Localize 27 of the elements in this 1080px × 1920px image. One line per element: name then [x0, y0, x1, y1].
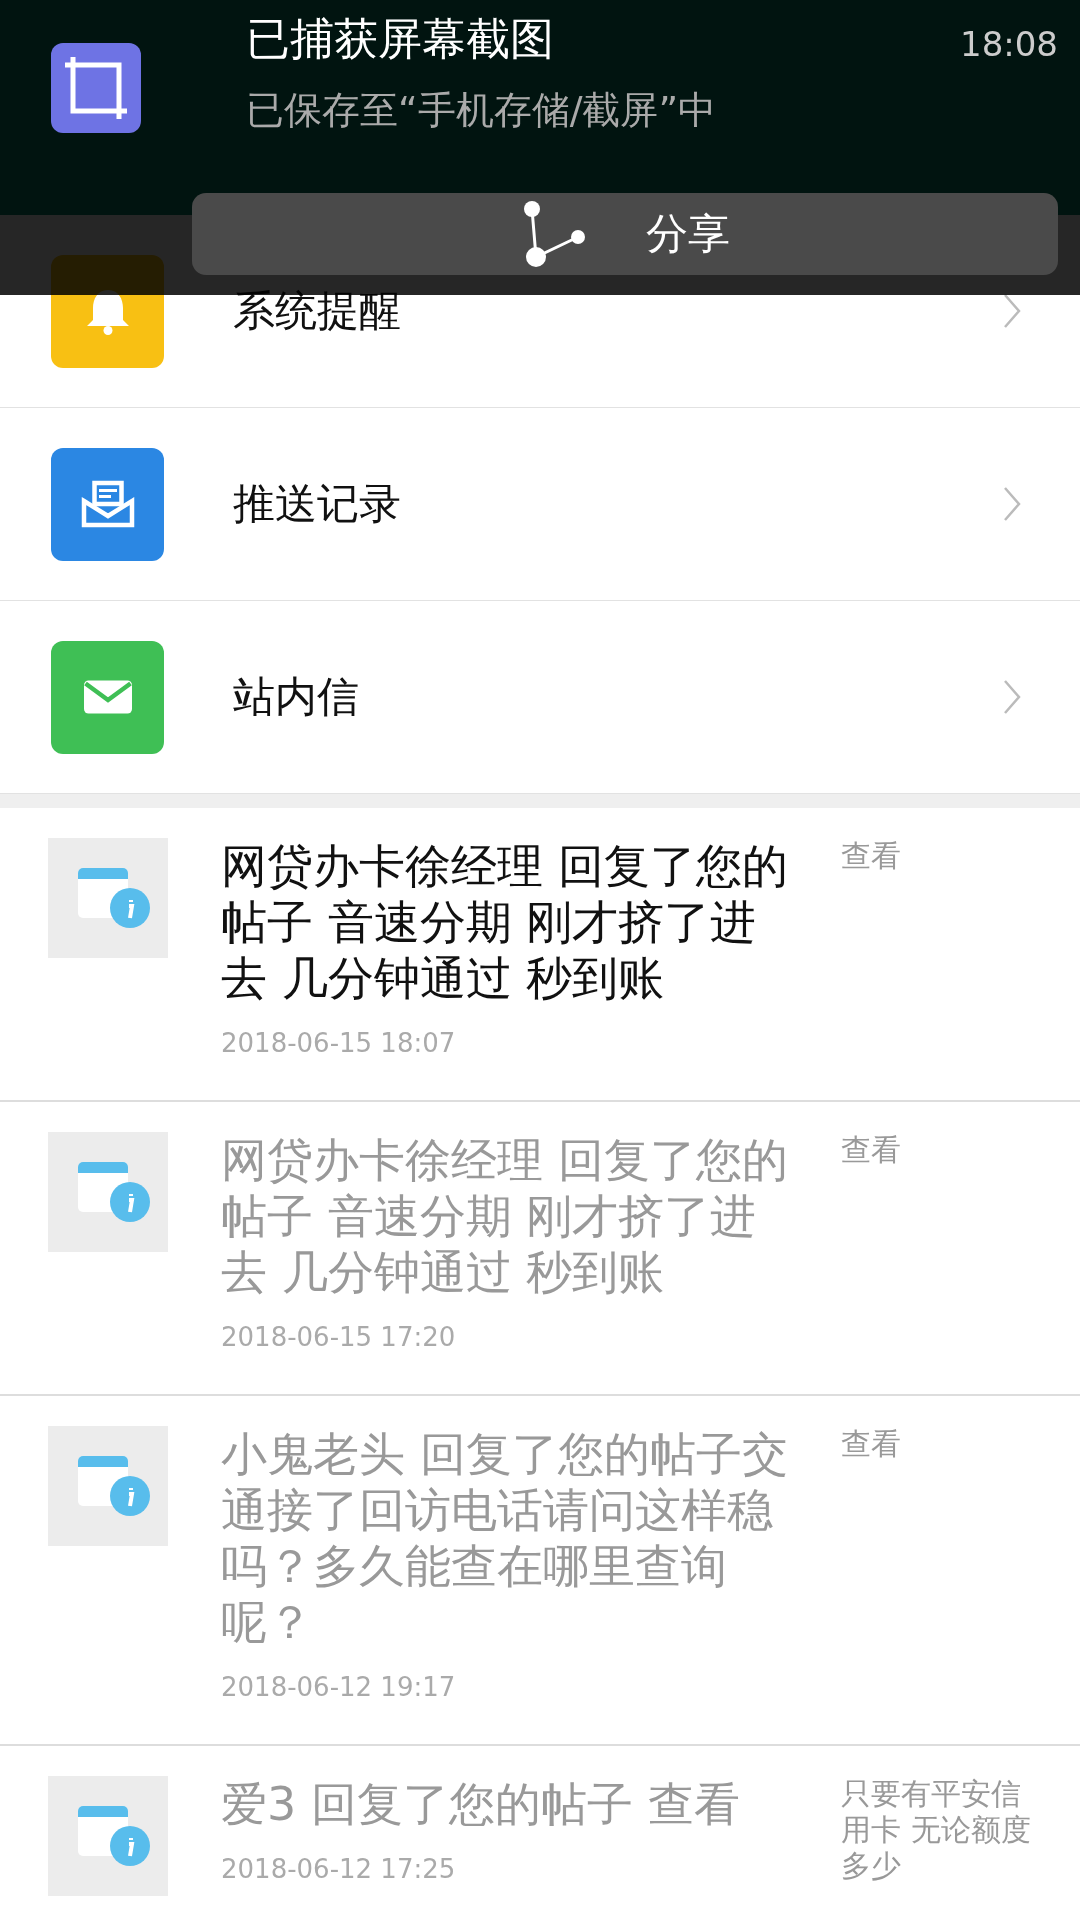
- message-side-text: 查看: [841, 1132, 902, 1168]
- message-date: 2018-06-12 17:25: [221, 1854, 456, 1884]
- message-date: 2018-06-15 17:20: [221, 1322, 456, 1352]
- notice-icon: [48, 1132, 168, 1252]
- category-item[interactable]: 推送记录: [0, 408, 1080, 601]
- notification-subtitle: 已保存至“手机存储/截屏”中: [246, 87, 717, 134]
- message-date: 2018-06-12 19:17: [221, 1672, 456, 1702]
- notification-time: 18:08: [960, 24, 1058, 64]
- message-item[interactable]: 网贷办卡徐经理 回复了您的帖子 音速分期 刚才挤了进去 几分钟通过 秒到账 2018-06-15 18:07 查看: [0, 808, 1080, 1102]
- category-label: 系统提醒: [233, 285, 402, 337]
- notice-icon: [48, 838, 168, 958]
- message-title: 爱3 回复了您的帖子 查看: [221, 1776, 740, 1832]
- category-item[interactable]: 站内信: [0, 601, 1080, 794]
- category-label: 推送记录: [233, 478, 402, 530]
- category-label: 站内信: [233, 671, 360, 723]
- message-title: 网贷办卡徐经理 回复了您的帖子 音速分期 刚才挤了进去 几分钟通过 秒到账: [221, 1132, 789, 1300]
- message-side-text: 查看: [841, 1426, 902, 1462]
- message-side-text: 查看: [841, 838, 902, 874]
- notice-icon: [48, 1776, 168, 1896]
- screenshot-icon: [51, 43, 141, 133]
- message-title: 小鬼老头 回复了您的帖子交通接了回访电话请问这样稳吗？多久能查在哪里查询呢？: [221, 1426, 789, 1650]
- notification-title: 已捕获屏幕截图: [246, 12, 554, 66]
- message-date: 2018-06-15 18:07: [221, 1028, 456, 1058]
- notice-icon: [48, 1426, 168, 1546]
- message-title: 网贷办卡徐经理 回复了您的帖子 音速分期 刚才挤了进去 几分钟通过 秒到账: [221, 838, 789, 1006]
- share-button[interactable]: 分享: [192, 193, 1058, 275]
- message-side-text: 只要有平安信用卡 无论额度多少: [841, 1776, 1031, 1884]
